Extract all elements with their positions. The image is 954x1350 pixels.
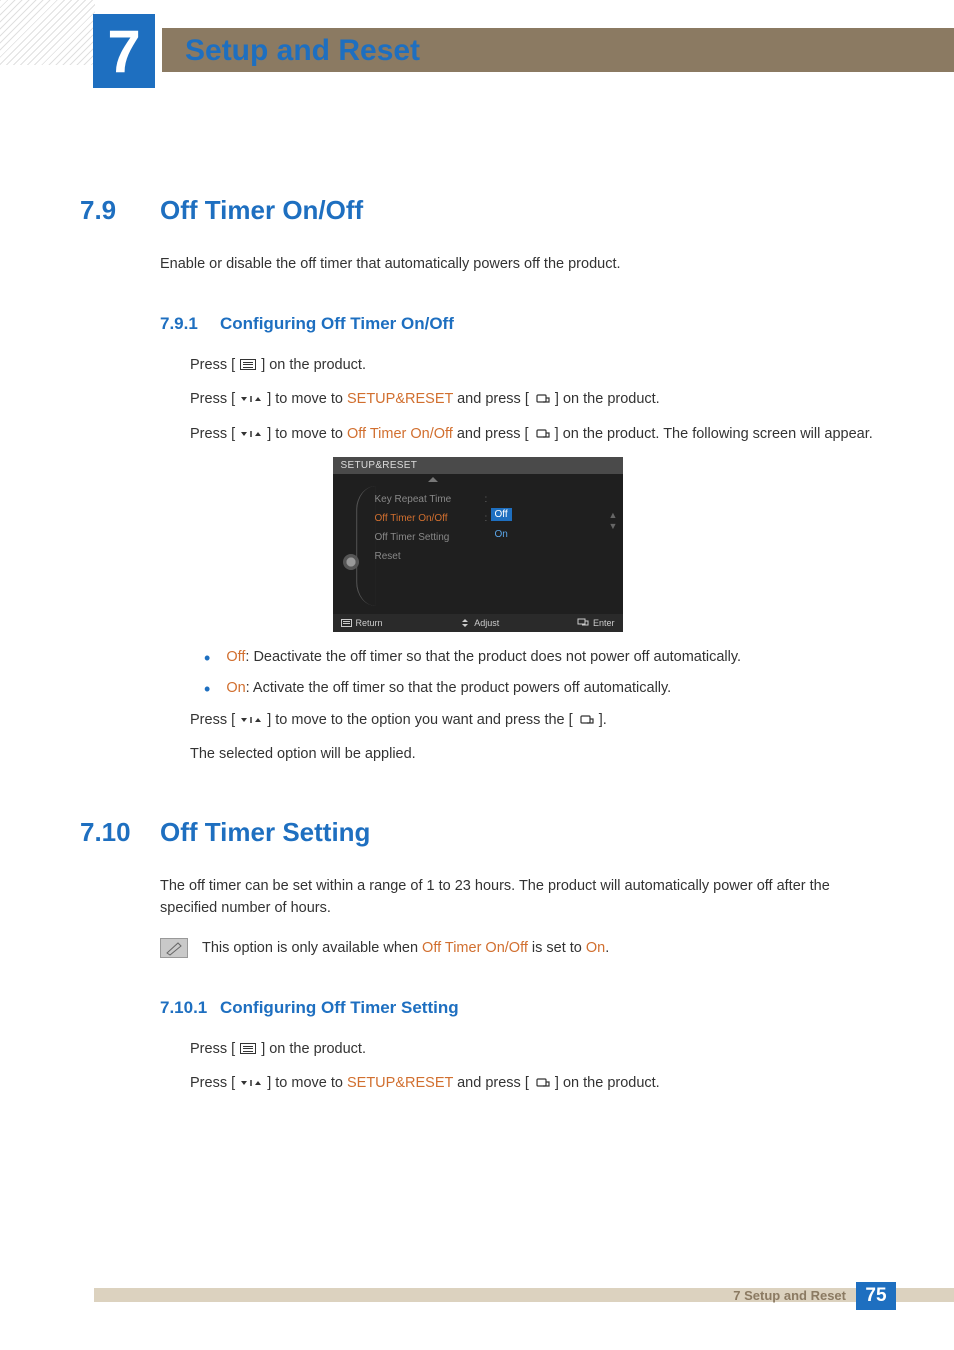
- enter-icon: [534, 1077, 550, 1089]
- subsection-number: 7.10.1: [160, 998, 220, 1018]
- bullet-on-text: : Activate the off timer so that the pro…: [246, 680, 672, 696]
- section-heading-79: 7.9Off Timer On/Off: [80, 195, 875, 226]
- corner-hatch: [0, 0, 95, 65]
- osd-body: Key Repeat Time Off Timer On/Off Off Tim…: [333, 474, 623, 614]
- bullet-off-text: : Deactivate the off timer so that the p…: [245, 649, 741, 665]
- footer-label: 7 Setup and Reset: [733, 1288, 846, 1303]
- bullet-on: • On: Activate the off timer so that the…: [204, 677, 875, 700]
- note-icon: [160, 938, 188, 958]
- bullet-on-label: On: [226, 680, 245, 696]
- enter-icon: [577, 618, 589, 628]
- menu-icon: [240, 1043, 256, 1054]
- section-title: Off Timer Setting: [160, 817, 370, 847]
- subsection-heading-7101: 7.10.1Configuring Off Timer Setting: [160, 998, 875, 1018]
- enter-icon: [534, 428, 550, 440]
- step-791-2: Press [ ] to move to SETUP&RESET and pre…: [190, 388, 875, 410]
- menu-icon: [240, 359, 256, 370]
- section-710-intro: The off timer can be set within a range …: [160, 876, 875, 920]
- enter-icon: [578, 714, 594, 726]
- osd-footer-enter: Enter: [577, 618, 615, 628]
- note-hl2: On: [586, 940, 605, 956]
- note-text: This option is only available when Off T…: [202, 938, 609, 960]
- subsection-heading-791: 7.9.1Configuring Off Timer On/Off: [160, 314, 875, 334]
- osd-colons: ::: [485, 490, 488, 528]
- step-7101-1: Press [ ] on the product.: [190, 1038, 875, 1060]
- osd-item-offtimer-setting: Off Timer Setting: [375, 528, 452, 547]
- step-791-3: Press [ ] to move to Off Timer On/Off an…: [190, 423, 875, 445]
- subsection-number: 7.9.1: [160, 314, 220, 334]
- updown-icon: [240, 393, 262, 405]
- section-number: 7.9: [80, 195, 160, 226]
- osd-value-off: Off: [491, 508, 512, 521]
- note-row: This option is only available when Off T…: [160, 938, 875, 960]
- page-content: 7.9Off Timer On/Off Enable or disable th…: [80, 195, 875, 1107]
- subsection-title: Configuring Off Timer On/Off: [220, 314, 454, 333]
- page-footer: 7 Setup and Reset 75: [0, 1288, 954, 1316]
- section-heading-710: 7.10Off Timer Setting: [80, 817, 875, 848]
- updown-icon: [240, 714, 262, 726]
- updown-icon: [240, 428, 262, 440]
- osd-item-reset: Reset: [375, 547, 452, 566]
- highlight-setupreset: SETUP&RESET: [347, 391, 453, 407]
- bullet-icon: •: [204, 649, 210, 669]
- step-7101-2: Press [ ] to move to SETUP&RESET and pre…: [190, 1072, 875, 1094]
- osd-footer: Return Adjust Enter: [333, 614, 623, 632]
- osd-title: SETUP&RESET: [333, 457, 623, 474]
- section-title: Off Timer On/Off: [160, 195, 363, 225]
- osd-value-on: On: [491, 525, 512, 544]
- osd-values: Off On: [491, 490, 512, 544]
- osd-up-arrow-icon: [428, 477, 438, 482]
- adjust-icon: [460, 618, 470, 628]
- section-number: 7.10: [80, 817, 160, 848]
- bullet-list-791: • Off: Deactivate the off timer so that …: [204, 646, 875, 700]
- osd-footer-return: Return: [341, 618, 383, 628]
- chapter-number-box: 7: [93, 14, 155, 88]
- osd-screenshot: SETUP&RESET Key Repeat Time Off Timer On…: [333, 457, 623, 632]
- menu-icon: [341, 619, 352, 627]
- subsection-title: Configuring Off Timer Setting: [220, 998, 459, 1017]
- step-791-5: The selected option will be applied.: [190, 743, 875, 765]
- updown-icon: [240, 1077, 262, 1089]
- bullet-off: • Off: Deactivate the off timer so that …: [204, 646, 875, 669]
- highlight-setupreset: SETUP&RESET: [347, 1075, 453, 1091]
- note-hl1: Off Timer On/Off: [422, 940, 528, 956]
- chapter-number: 7: [107, 17, 140, 86]
- chapter-title: Setup and Reset: [185, 34, 420, 68]
- osd-item-keyrepeat: Key Repeat Time: [375, 490, 452, 509]
- osd-scroll-arrows-icon: ▲▼: [609, 510, 618, 532]
- highlight-offtimer: Off Timer On/Off: [347, 426, 453, 442]
- osd-footer-adjust: Adjust: [460, 618, 499, 628]
- osd-item-offtimer-onoff: Off Timer On/Off: [375, 509, 452, 528]
- page-number: 75: [856, 1282, 896, 1310]
- osd-curve: [356, 486, 376, 606]
- step-791-4: Press [ ] to move to the option you want…: [190, 709, 875, 731]
- osd-menu-list: Key Repeat Time Off Timer On/Off Off Tim…: [375, 490, 452, 566]
- enter-icon: [534, 393, 550, 405]
- section-79-intro: Enable or disable the off timer that aut…: [160, 254, 875, 276]
- bullet-icon: •: [204, 680, 210, 700]
- bullet-off-label: Off: [226, 649, 245, 665]
- step-791-1: Press [ ] on the product.: [190, 354, 875, 376]
